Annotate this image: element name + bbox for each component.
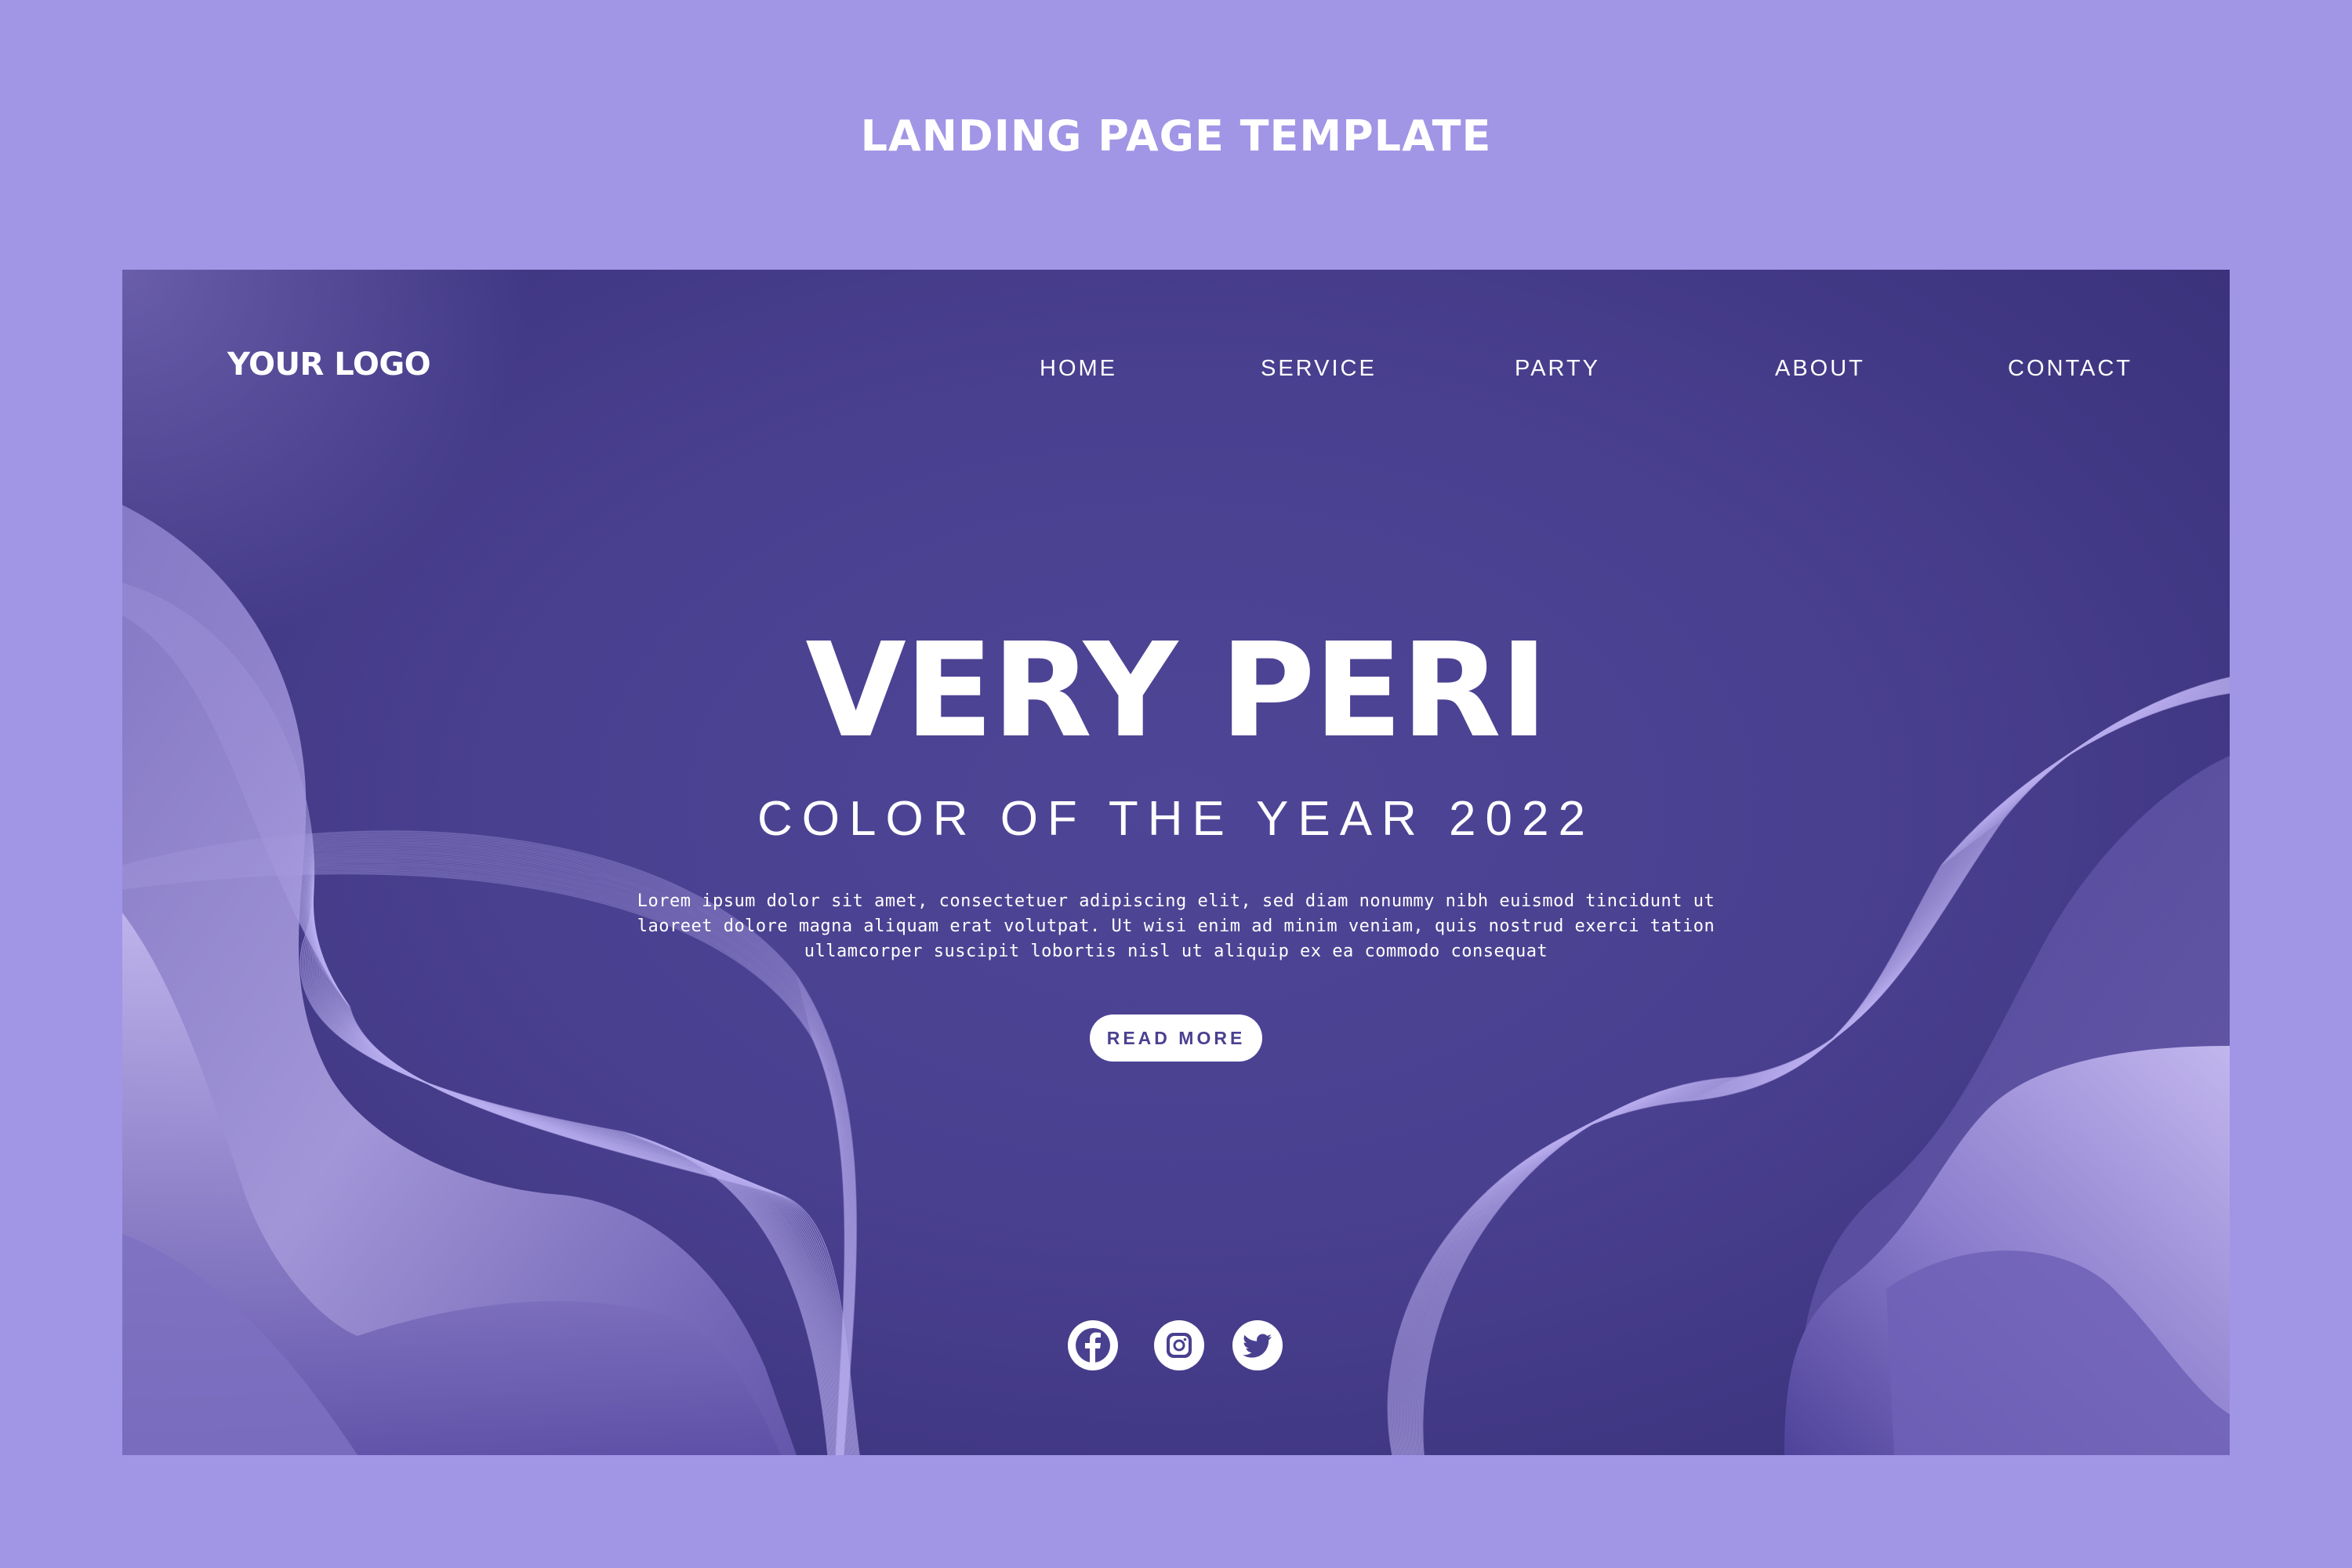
nav-party-link[interactable]: PARTY bbox=[1515, 356, 1600, 382]
facebook-icon bbox=[1076, 1328, 1110, 1363]
read-more-button[interactable]: READ MORE bbox=[1090, 1014, 1262, 1062]
hero-headline: VERY PERI bbox=[805, 615, 1548, 767]
twitter-link[interactable] bbox=[1232, 1320, 1283, 1370]
hero-section: YOUR LOGO HOME SERVICE PARTY ABOUT CONTA… bbox=[122, 270, 2230, 1455]
hero-body-text: Lorem ipsum dolor sit amet, consectetuer… bbox=[637, 891, 1715, 961]
nav-service-link[interactable]: SERVICE bbox=[1261, 356, 1377, 382]
nav-home-link[interactable]: HOME bbox=[1040, 356, 1117, 382]
instagram-link[interactable] bbox=[1154, 1320, 1204, 1370]
wave-decoration bbox=[122, 270, 2230, 1455]
instagram-icon bbox=[1167, 1333, 1192, 1358]
page-title: LANDING PAGE TEMPLATE bbox=[860, 111, 1492, 161]
nav-contact-link[interactable]: CONTACT bbox=[2008, 356, 2132, 382]
hero-subheadline: COLOR OF THE YEAR 2022 bbox=[757, 792, 1595, 846]
twitter-icon bbox=[1243, 1334, 1272, 1358]
facebook-link[interactable] bbox=[1068, 1320, 1118, 1370]
main-nav: HOME SERVICE PARTY ABOUT CONTACT bbox=[122, 356, 2230, 387]
nav-about-link[interactable]: ABOUT bbox=[1775, 356, 1865, 382]
